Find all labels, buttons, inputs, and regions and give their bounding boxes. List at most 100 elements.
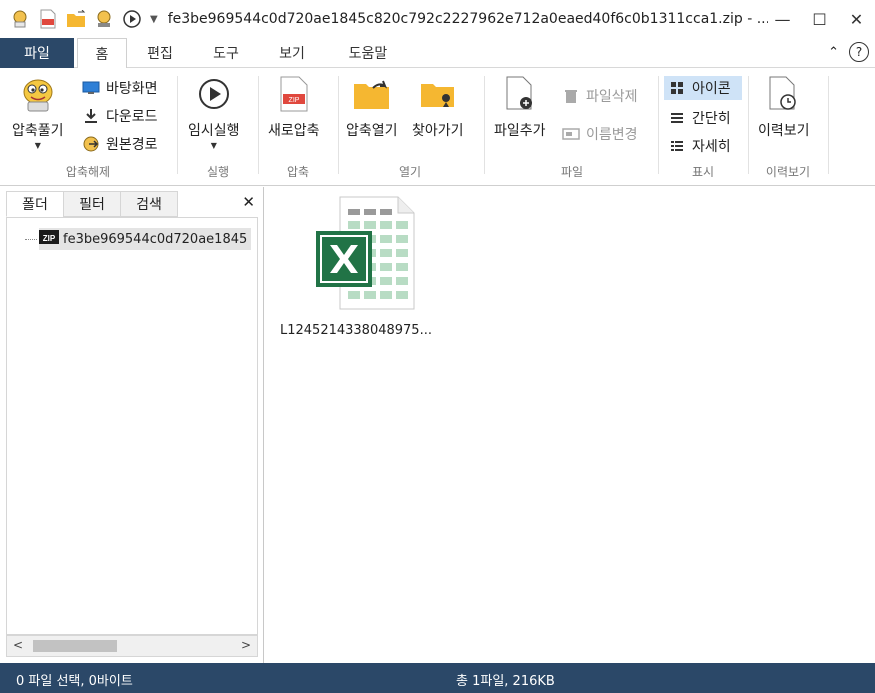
extract-mascot-icon xyxy=(18,74,58,114)
minimize-button[interactable]: — xyxy=(764,0,801,38)
tab-home[interactable]: 홈 xyxy=(77,38,127,69)
tree-item-label: fe3be969544c0d720ae1845 xyxy=(63,231,248,247)
tab-folder[interactable]: 폴더 xyxy=(6,191,64,217)
view-detail-button[interactable]: 자세히 xyxy=(668,134,731,158)
close-pane-icon[interactable]: ✕ xyxy=(242,193,255,211)
tree-connector xyxy=(25,238,37,240)
open-group-label: 열기 xyxy=(398,165,422,179)
file-name: L1245214338048975... xyxy=(280,323,432,338)
tab-file[interactable]: 파일 xyxy=(0,38,74,68)
maximize-button[interactable]: ☐ xyxy=(801,0,838,38)
list-icon xyxy=(668,109,686,127)
svg-text:ZIP: ZIP xyxy=(288,97,299,104)
extract-download-button[interactable]: 다운로드 xyxy=(82,104,158,128)
history-group: 이력보기 이력보기 xyxy=(750,68,826,180)
ribbon: 압축풀기 ▼ 바탕화면 다운로드 원본경로 압축해제 임시실행 ▼ 실행 ZIP… xyxy=(0,68,875,186)
temp-run-button[interactable]: 임시실행 ▼ xyxy=(188,74,240,150)
run-group-label: 실행 xyxy=(206,165,230,179)
file-list-area[interactable]: L1245214338048975... xyxy=(265,187,875,663)
play-circle-icon xyxy=(194,74,234,114)
add-file-button[interactable]: 파일추가 xyxy=(494,74,546,140)
locate-button[interactable]: 찾아가기 xyxy=(412,74,464,140)
tab-edit[interactable]: 편집 xyxy=(138,38,182,68)
collapse-ribbon-icon[interactable]: ⌃ xyxy=(828,45,839,60)
window-title: fe3be969544c0d720ae1845c820c792c2227962e… xyxy=(167,11,768,27)
open-group: 압축열기 찾아가기 열기 xyxy=(340,68,480,180)
extract-label: 압축풀기 xyxy=(12,123,64,139)
help-icon[interactable]: ? xyxy=(849,42,869,62)
chevron-down-icon[interactable]: ▼ xyxy=(211,141,217,150)
group-divider xyxy=(338,76,339,174)
scroll-left-icon[interactable]: < xyxy=(13,638,23,652)
tree-item-selected[interactable]: ZIP fe3be969544c0d720ae1845 xyxy=(39,228,252,250)
tree-item-zip[interactable]: ZIP fe3be969544c0d720ae1845 xyxy=(25,228,252,250)
close-button[interactable]: ✕ xyxy=(838,0,875,38)
tab-tools[interactable]: 도구 xyxy=(204,38,248,68)
extract-original-path-button[interactable]: 원본경로 xyxy=(82,132,158,156)
extract-desktop-button[interactable]: 바탕화면 xyxy=(82,76,158,100)
new-zip-label: 새로압축 xyxy=(268,123,320,139)
display-group-label: 표시 xyxy=(691,165,715,179)
scroll-thumb[interactable] xyxy=(33,640,117,652)
quick-access-toolbar: ▼ xyxy=(0,7,160,31)
run-group: 임시실행 ▼ 실행 xyxy=(180,68,256,180)
new-zip-file-icon: ZIP xyxy=(274,74,314,114)
trash-icon xyxy=(562,87,580,105)
total-status: 총 1파일, 216KB xyxy=(456,674,555,689)
left-pane-tabs: 폴더 필터 검색 xyxy=(6,191,178,217)
group-divider xyxy=(258,76,259,174)
group-divider xyxy=(748,76,749,174)
file-item[interactable]: L1245214338048975... xyxy=(271,195,441,338)
locate-label: 찾아가기 xyxy=(412,123,464,139)
chevron-down-icon[interactable]: ▼ xyxy=(35,141,41,150)
new-zip-icon[interactable] xyxy=(36,7,60,31)
folder-tree: ZIP fe3be969544c0d720ae1845 xyxy=(6,217,258,635)
new-zip-button[interactable]: ZIP 새로압축 xyxy=(268,74,320,140)
tab-search[interactable]: 검색 xyxy=(120,191,178,217)
original-path-label: 원본경로 xyxy=(106,137,158,153)
view-simple-button[interactable]: 간단히 xyxy=(668,106,731,130)
add-file-icon xyxy=(500,74,540,114)
view-icon-button[interactable]: 아이콘 xyxy=(664,76,742,100)
compress-group: ZIP 새로압축 압축 xyxy=(260,68,336,180)
tab-help[interactable]: 도움말 xyxy=(338,38,398,68)
dropdown-arrow-icon[interactable]: ▼ xyxy=(150,14,158,25)
app-logo-icon[interactable] xyxy=(8,7,32,31)
scroll-right-icon[interactable]: > xyxy=(241,638,251,652)
left-pane: 폴더 필터 검색 ✕ ZIP fe3be969544c0d720ae1845 <… xyxy=(0,187,264,663)
ribbon-tab-bar: 파일 홈 편집 도구 보기 도움말 ⌃ ? xyxy=(0,38,875,69)
extract-icon[interactable] xyxy=(92,7,116,31)
desktop-icon xyxy=(82,79,100,97)
history-group-label: 이력보기 xyxy=(765,165,811,179)
rename-button[interactable]: 이름변경 xyxy=(562,122,638,146)
history-button[interactable]: 이력보기 xyxy=(758,74,810,140)
selection-status: 0 파일 선택, 0바이트 xyxy=(16,674,133,689)
open-folder-icon xyxy=(352,74,392,114)
tab-filter[interactable]: 필터 xyxy=(63,191,121,217)
extract-button[interactable]: 압축풀기 ▼ xyxy=(12,74,64,150)
download-label: 다운로드 xyxy=(106,109,158,125)
rename-icon xyxy=(562,125,580,143)
compress-group-label: 압축 xyxy=(286,165,310,179)
extract-group: 압축풀기 ▼ 바탕화면 다운로드 원본경로 압축해제 xyxy=(0,68,176,180)
tabbar-right: ⌃ ? xyxy=(828,42,869,62)
title-bar: ▼ fe3be969544c0d720ae1845c820c792c222796… xyxy=(0,0,875,38)
history-label: 이력보기 xyxy=(758,123,810,139)
delete-file-label: 파일삭제 xyxy=(586,89,638,105)
delete-file-button[interactable]: 파일삭제 xyxy=(562,84,638,108)
excel-file-icon xyxy=(296,195,416,313)
desktop-label: 바탕화면 xyxy=(106,81,158,97)
play-icon[interactable] xyxy=(120,7,144,31)
view-simple-label: 간단히 xyxy=(692,111,731,127)
grid-icon xyxy=(668,79,686,97)
original-path-icon xyxy=(82,135,100,153)
open-zip-button[interactable]: 압축열기 xyxy=(346,74,398,140)
tab-view[interactable]: 보기 xyxy=(270,38,314,68)
horizontal-scrollbar[interactable]: < > xyxy=(6,635,258,657)
history-clock-icon xyxy=(764,74,804,114)
open-folder-icon[interactable] xyxy=(64,7,88,31)
group-divider xyxy=(828,76,829,174)
zip-archive-icon: ZIP xyxy=(39,228,59,250)
view-icon-label: 아이콘 xyxy=(692,81,731,97)
add-file-label: 파일추가 xyxy=(494,123,546,139)
